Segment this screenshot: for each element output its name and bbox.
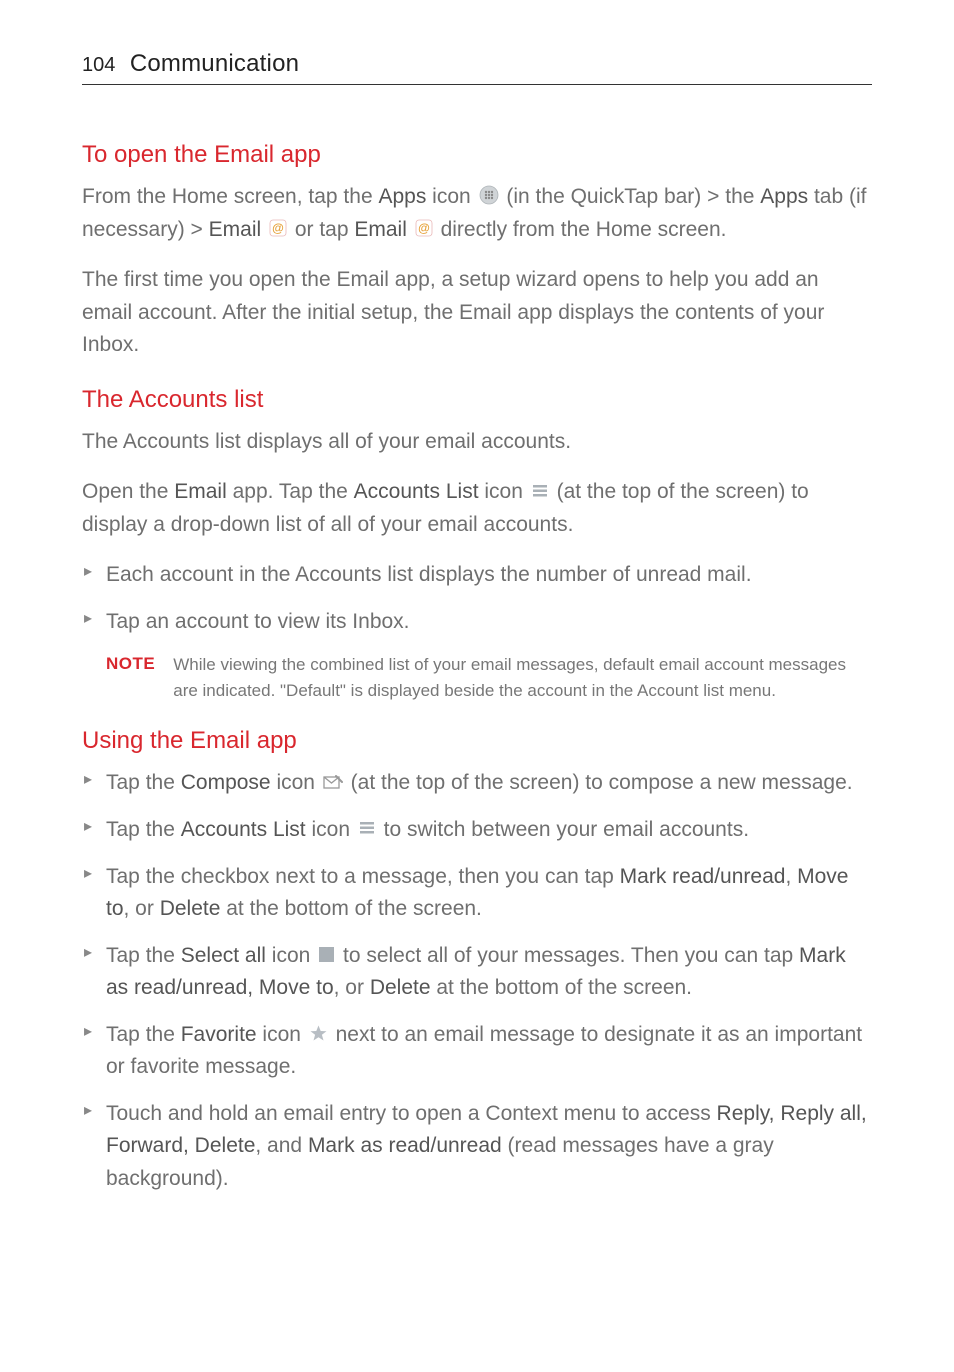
text: Tap the — [106, 1023, 181, 1046]
list-item: Tap the Select all icon to select all of… — [82, 940, 872, 1005]
bold-select-all: Select all — [181, 944, 266, 967]
text: Tap the checkbox next to a message, then… — [106, 865, 620, 888]
list-item: Touch and hold an email entry to open a … — [82, 1098, 872, 1196]
bold-mark-read-2: Mark as read/unread — [308, 1134, 502, 1157]
text: to switch between your email accounts. — [378, 818, 749, 841]
text: at the bottom of the screen. — [431, 976, 693, 999]
note-label: NOTE — [106, 652, 155, 703]
compose-envelope-icon — [323, 774, 343, 790]
text: app. Tap the — [227, 480, 354, 503]
text: icon — [306, 818, 356, 841]
running-header: 104 Communication — [82, 50, 872, 85]
bold-delete: Delete — [160, 897, 221, 920]
email-at-icon: @ — [269, 219, 287, 237]
bold-favorite: Favorite — [181, 1023, 257, 1046]
list-lines-icon — [531, 483, 549, 499]
page-number: 104 — [82, 54, 115, 76]
note-text: While viewing the combined list of your … — [173, 652, 872, 703]
section-title: Communication — [130, 50, 299, 77]
paragraph-open-accounts: Open the Email app. Tap the Accounts Lis… — [82, 476, 872, 541]
text: Tap the — [106, 771, 181, 794]
list-item: Tap the Accounts List icon to switch bet… — [82, 814, 872, 847]
text: From the Home screen, tap the — [82, 185, 378, 208]
bold-email-3: Email — [174, 480, 227, 503]
star-icon — [309, 1024, 328, 1043]
list-item: Tap the Compose icon (at the top of the … — [82, 767, 872, 800]
list-item: Tap an account to view its Inbox. — [82, 606, 872, 639]
text: , or — [334, 976, 370, 999]
text: icon — [266, 944, 316, 967]
paragraph-accounts-desc: The Accounts list displays all of your e… — [82, 426, 872, 459]
accounts-bullet-list: Each account in the Accounts list displa… — [82, 559, 872, 638]
list-lines-icon — [358, 820, 376, 836]
text: Tap the — [106, 944, 181, 967]
text: (in the QuickTap bar) > the — [501, 185, 761, 208]
paragraph-setup-wizard: The first time you open the Email app, a… — [82, 264, 872, 362]
bold-mark-read: Mark read/unread — [620, 865, 786, 888]
text: icon — [426, 185, 476, 208]
text: directly from the Home screen. — [435, 218, 727, 241]
text: icon — [271, 771, 321, 794]
using-bullet-list: Tap the Compose icon (at the top of the … — [82, 767, 872, 1195]
text: icon — [479, 480, 529, 503]
list-item: Each account in the Accounts list displa… — [82, 559, 872, 592]
text: , — [785, 865, 797, 888]
bold-accounts-list: Accounts List — [354, 480, 479, 503]
heading-using-email: Using the Email app — [82, 727, 872, 755]
svg-text:@: @ — [272, 221, 284, 235]
text: Touch and hold an email entry to open a … — [106, 1102, 717, 1125]
text: or tap — [289, 218, 354, 241]
text: at the bottom of the screen. — [220, 897, 482, 920]
bold-compose: Compose — [181, 771, 271, 794]
text: icon — [257, 1023, 307, 1046]
apps-grid-icon — [479, 185, 499, 205]
list-item: Tap the checkbox next to a message, then… — [82, 861, 872, 926]
text: , and — [255, 1134, 308, 1157]
svg-text:@: @ — [418, 221, 430, 235]
email-at-icon: @ — [415, 219, 433, 237]
heading-accounts-list: The Accounts list — [82, 386, 872, 414]
text: Tap the — [106, 818, 181, 841]
list-item: Tap the Favorite icon next to an email m… — [82, 1019, 872, 1084]
text: (at the top of the screen) to compose a … — [345, 771, 853, 794]
bold-email-2: Email — [354, 218, 407, 241]
note-block: NOTE While viewing the combined list of … — [106, 652, 872, 703]
page: 104 Communication To open the Email app … — [0, 0, 954, 1372]
bold-apps-tab: Apps — [760, 185, 808, 208]
bold-email: Email — [209, 218, 262, 241]
bold-accounts-list-2: Accounts List — [181, 818, 306, 841]
text: , or — [124, 897, 160, 920]
text: to select all of your messages. Then you… — [337, 944, 799, 967]
select-all-square-icon — [318, 946, 335, 963]
heading-open-email: To open the Email app — [82, 141, 872, 169]
paragraph-open-email: From the Home screen, tap the Apps icon … — [82, 181, 872, 246]
text: Open the — [82, 480, 174, 503]
bold-apps: Apps — [378, 185, 426, 208]
bold-delete-2: Delete — [370, 976, 431, 999]
